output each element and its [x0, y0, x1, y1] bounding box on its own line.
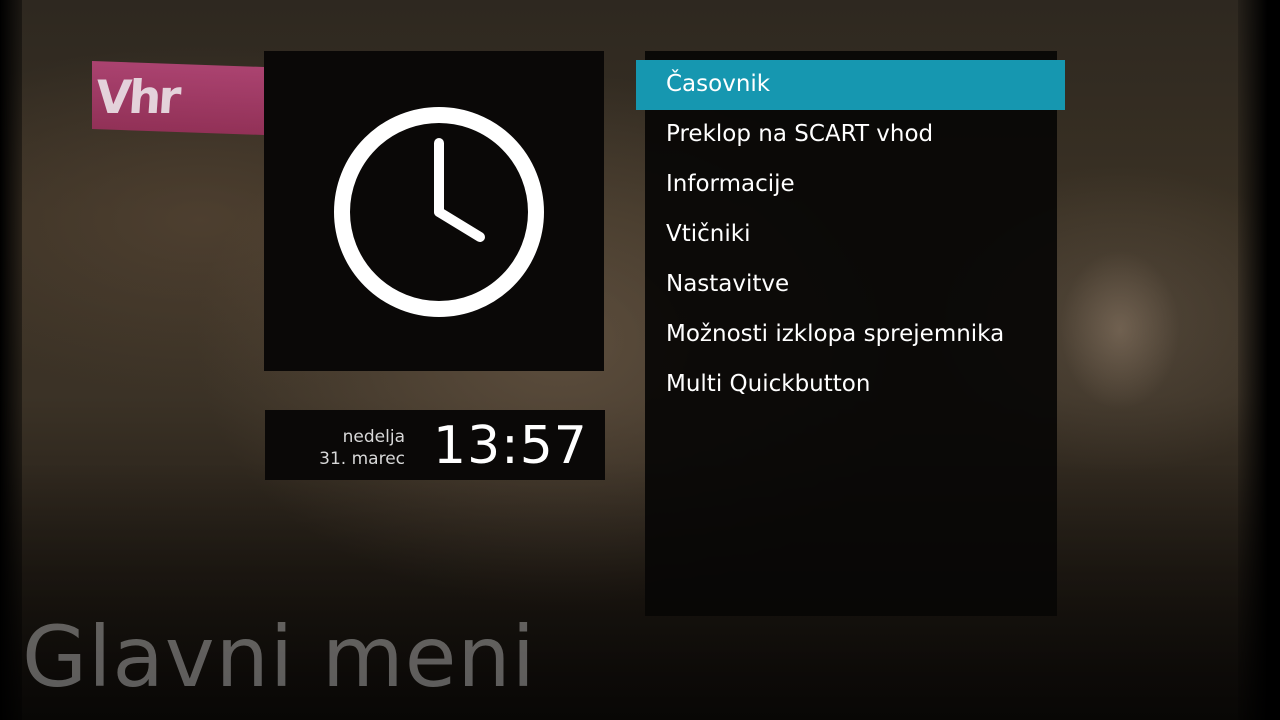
right-edge-shade	[1238, 0, 1280, 720]
menu-item-shutdown-options[interactable]: Možnosti izklopa sprejemnika	[636, 310, 1065, 360]
menu-item-multi-quickbutton[interactable]: Multi Quickbutton	[636, 360, 1065, 410]
tv-screen: Vhr nedelja 31. marec 13:57 Časovnik Pre…	[0, 0, 1280, 720]
menu-item-vticniki[interactable]: Vtičniki	[636, 210, 1065, 260]
menu-preview-panel	[264, 51, 604, 371]
date-label: 31. marec	[319, 449, 405, 469]
menu-item-nastavitve[interactable]: Nastavitve	[636, 260, 1065, 310]
menu-item-informacije[interactable]: Informacije	[636, 160, 1065, 210]
datetime-panel: nedelja 31. marec 13:57	[265, 410, 605, 480]
clock-icon	[334, 107, 544, 317]
main-menu-list: Časovnik Preklop na SCART vhod Informaci…	[636, 60, 1065, 410]
left-edge-shade	[0, 0, 22, 720]
menu-item-scart-input[interactable]: Preklop na SCART vhod	[636, 110, 1065, 160]
page-title: Glavni meni	[22, 608, 536, 706]
channel-logo-text: Vhr	[94, 70, 180, 124]
weekday-label: nedelja	[342, 427, 405, 447]
time-display: 13:57	[433, 416, 588, 476]
background-video-detail	[1060, 250, 1180, 410]
menu-item-casovnik[interactable]: Časovnik	[636, 60, 1065, 110]
